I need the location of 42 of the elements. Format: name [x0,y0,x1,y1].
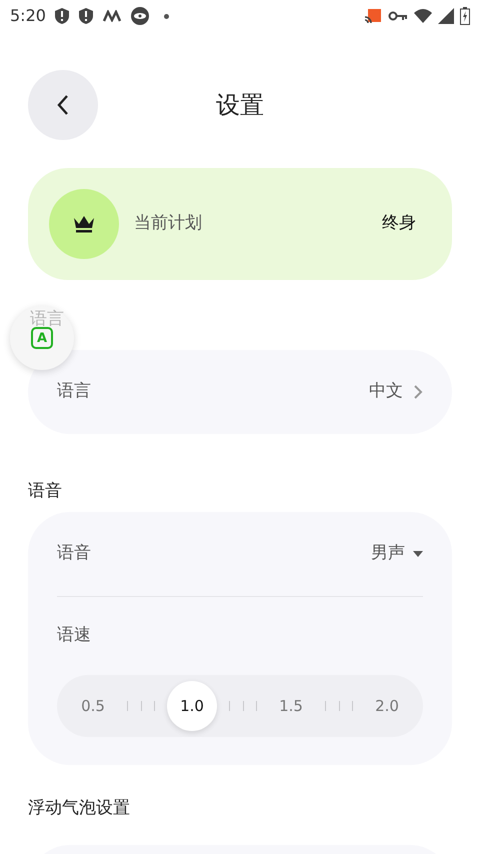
plan-label: 当前计划 [134,212,202,236]
status-time: 5:20 [10,5,46,27]
row-label: 语音 [57,542,91,566]
slider-tick [140,701,142,711]
cast-icon [364,8,382,24]
wifi-icon [414,8,432,24]
slider-tick [127,701,128,711]
key-icon [388,10,408,22]
eye-icon [130,6,150,26]
row-label: 语速 [57,624,91,648]
speed-option[interactable]: 2.0 [365,694,409,718]
page-title: 设置 [216,90,264,121]
crown-icon [73,214,95,234]
battery-icon [460,7,470,25]
row-value: 男声 [371,542,405,566]
slider-thumb[interactable]: 1.0 [167,681,217,731]
speed-option[interactable]: 0.5 [71,694,115,718]
signal-icon [438,8,454,24]
slider-tick [154,701,155,711]
slider-tick [229,701,230,711]
translate-badge: A [31,327,53,349]
plan-card[interactable]: 当前计划 终身 [28,168,452,280]
speed-slider[interactable]: 0.5 1.0 1.5 2.0 [57,675,423,737]
slider-tick [338,701,340,711]
section-heading: 浮动气泡设置 [28,796,130,820]
slider-tick [242,701,244,711]
row-label: 语言 [57,380,91,404]
section-heading: 语音 [28,480,62,502]
wave-icon [102,10,122,22]
speed-option[interactable]: 1.5 [269,694,313,718]
slider-tick [325,701,326,711]
shield-icon [54,7,70,25]
back-icon [56,94,70,116]
row-value: 中文 [369,380,403,404]
slider-tick [352,701,353,711]
shield-icon [78,7,94,25]
dropdown-icon [413,551,423,557]
language-row[interactable]: 语言 中文 [28,350,452,434]
chevron-right-icon [413,384,423,400]
slider-tick [256,701,257,711]
plan-value: 终身 [382,212,416,236]
voice-row[interactable]: 语音 男声 [57,512,423,596]
